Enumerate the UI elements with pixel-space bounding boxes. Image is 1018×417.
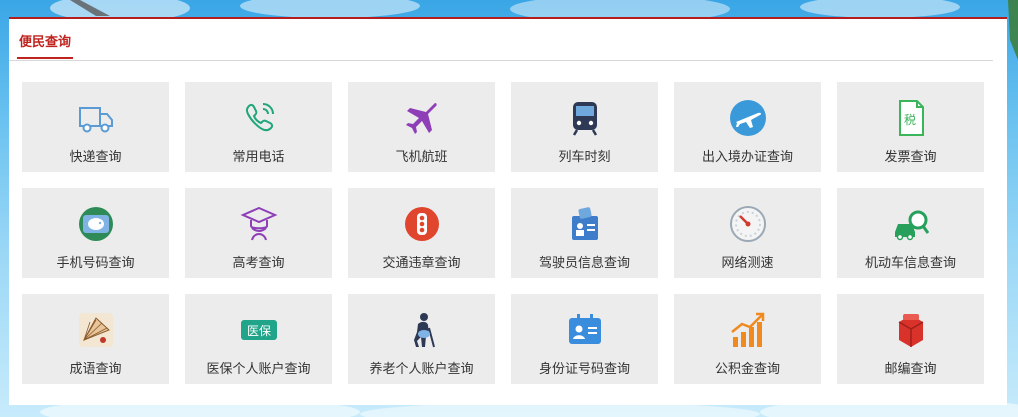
tile-postcode[interactable]: 邮编查询 xyxy=(837,294,984,384)
elder-icon xyxy=(400,308,444,352)
tile-exit-entry[interactable]: 出入境办证查询 xyxy=(674,82,821,172)
tile-label: 邮编查询 xyxy=(884,362,937,377)
id-card-icon xyxy=(563,308,607,352)
tile-speed-test[interactable]: 网络测速 xyxy=(674,188,821,278)
tile-idiom[interactable]: 成语查询 xyxy=(22,294,169,384)
truck-icon xyxy=(74,96,118,140)
tile-label: 常用电话 xyxy=(232,150,285,165)
tile-driver-info[interactable]: 驾驶员信息查询 xyxy=(511,188,658,278)
section-tab-bar: 便民查询 xyxy=(9,19,993,61)
tile-label: 列车时刻 xyxy=(558,150,611,165)
section-title-tab[interactable]: 便民查询 xyxy=(17,33,74,59)
tile-label: 驾驶员信息查询 xyxy=(538,256,630,271)
train-icon xyxy=(563,96,607,140)
tile-invoice[interactable]: 税 发票查询 xyxy=(837,82,984,172)
fan-icon xyxy=(74,308,118,352)
tile-label: 公积金查询 xyxy=(714,362,780,377)
tile-label: 身份证号码查询 xyxy=(538,362,630,377)
tile-pension[interactable]: 养老个人账户查询 xyxy=(348,294,495,384)
tile-label: 手机号码查询 xyxy=(56,256,135,271)
tile-label: 网络测速 xyxy=(721,256,774,271)
speedometer-icon xyxy=(726,202,770,246)
tile-label: 发票查询 xyxy=(884,150,937,165)
graduation-icon xyxy=(237,202,281,246)
tile-label: 高考查询 xyxy=(232,256,285,271)
phone-icon xyxy=(237,96,281,140)
piggy-bank-icon xyxy=(74,202,118,246)
tile-phone[interactable]: 常用电话 xyxy=(185,82,332,172)
tile-id-card[interactable]: 身份证号码查询 xyxy=(511,294,658,384)
tile-flights[interactable]: 飞机航班 xyxy=(348,82,495,172)
tile-label: 成语查询 xyxy=(69,362,122,377)
traffic-light-icon xyxy=(400,202,444,246)
service-grid: 快递查询 常用电话 飞机航班 列车时刻 出入境办证查询 税 发票查询 手机号码查… xyxy=(22,82,984,384)
tile-label: 机动车信息查询 xyxy=(864,256,956,271)
tile-housing-fund[interactable]: 公积金查询 xyxy=(674,294,821,384)
tile-label: 交通违章查询 xyxy=(382,256,461,271)
medical-insurance-icon: 医保 xyxy=(237,308,281,352)
invoice-icon: 税 xyxy=(889,96,933,140)
driver-card-icon xyxy=(563,202,607,246)
tile-express[interactable]: 快递查询 xyxy=(22,82,169,172)
tile-label: 飞机航班 xyxy=(395,150,448,165)
tile-label: 快递查询 xyxy=(69,150,122,165)
convenience-panel: 便民查询 快递查询 常用电话 飞机航班 列车时刻 出入境办证查询 税 发票查询 … xyxy=(9,17,1007,405)
tile-gaokao[interactable]: 高考查询 xyxy=(185,188,332,278)
tile-vehicle-info[interactable]: 机动车信息查询 xyxy=(837,188,984,278)
tile-medical-insurance[interactable]: 医保 医保个人账户查询 xyxy=(185,294,332,384)
growth-chart-icon xyxy=(726,308,770,352)
mailbox-icon xyxy=(889,308,933,352)
tile-mobile-number[interactable]: 手机号码查询 xyxy=(22,188,169,278)
plane-circle-icon xyxy=(726,96,770,140)
tile-label: 养老个人账户查询 xyxy=(369,362,474,377)
tile-traffic-violation[interactable]: 交通违章查询 xyxy=(348,188,495,278)
tile-train[interactable]: 列车时刻 xyxy=(511,82,658,172)
svg-text:税: 税 xyxy=(904,113,916,127)
tile-label: 出入境办证查询 xyxy=(701,150,793,165)
medical-insurance-badge: 医保 xyxy=(246,324,270,338)
tile-label: 医保个人账户查询 xyxy=(206,362,311,377)
car-search-icon xyxy=(889,202,933,246)
airplane-icon xyxy=(400,96,444,140)
